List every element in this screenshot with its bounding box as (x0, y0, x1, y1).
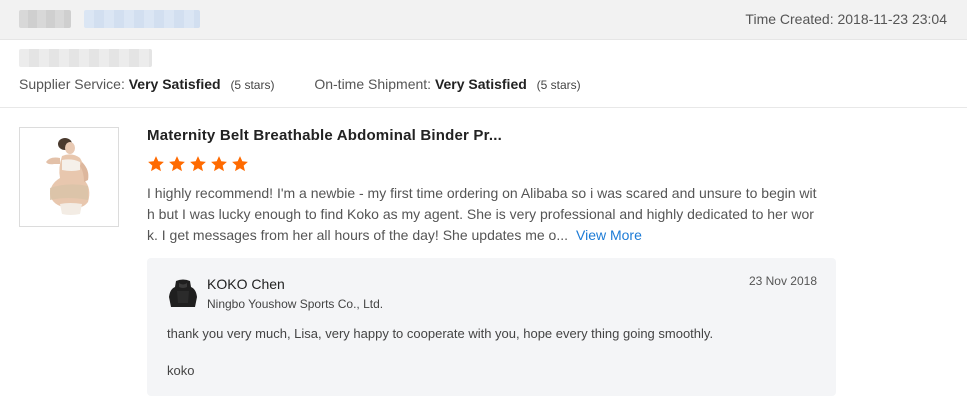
blurred-buyer-name (19, 10, 71, 28)
reply-author-name: KOKO Chen (207, 276, 285, 292)
reply-date: 23 Nov 2018 (748, 274, 817, 288)
rating-label: On-time Shipment: (314, 76, 432, 92)
review-star-rating (147, 155, 249, 173)
reply-company: Ningbo Youshow Sports Co., Ltd. (207, 297, 384, 311)
product-image (20, 128, 118, 226)
star-icon (148, 156, 164, 172)
review-line-text: k. I get messages from her all hours of … (147, 227, 568, 243)
product-title[interactable]: Maternity Belt Breathable Abdominal Bind… (147, 127, 502, 144)
ontime-shipment-rating: On-time Shipment: Very Satisfied (5 star… (314, 76, 580, 92)
star-icon (169, 156, 185, 172)
order-header-bar: Time Created: 2018-11-23 23:04 (0, 0, 967, 40)
star-icon (232, 156, 248, 172)
rating-label: Supplier Service: (19, 76, 125, 92)
supplier-service-rating: Supplier Service: Very Satisfied (5 star… (19, 76, 274, 92)
blurred-buyer-info (19, 49, 152, 67)
reply-message: thank you very much, Lisa, very happy to… (167, 326, 714, 341)
review-line: I highly recommend! I'm a newbie - my fi… (147, 185, 817, 201)
rating-stars-note: (5 stars) (230, 78, 275, 92)
time-created: Time Created: 2018-11-23 23:04 (745, 11, 947, 27)
review-text: I highly recommend! I'm a newbie - my fi… (147, 183, 817, 246)
star-icon (211, 156, 227, 172)
blurred-order-link (84, 10, 200, 28)
review-line: k. I get messages from her all hours of … (147, 225, 797, 246)
rating-stars-note: (5 stars) (536, 78, 581, 92)
reply-signature: koko (167, 363, 195, 378)
supplier-reply: KOKO Chen Ningbo Youshow Sports Co., Ltd… (147, 258, 836, 396)
rating-value: Very Satisfied (128, 76, 221, 92)
section-divider (0, 107, 967, 108)
supplier-avatar (169, 279, 197, 307)
review-line: h but I was lucky enough to find Koko as… (147, 206, 814, 222)
rating-value: Very Satisfied (434, 76, 527, 92)
ratings-row: Supplier Service: Very Satisfied (5 star… (19, 76, 617, 92)
view-more-link[interactable]: View More (576, 227, 642, 243)
star-icon (190, 156, 206, 172)
product-thumbnail[interactable] (19, 127, 119, 227)
